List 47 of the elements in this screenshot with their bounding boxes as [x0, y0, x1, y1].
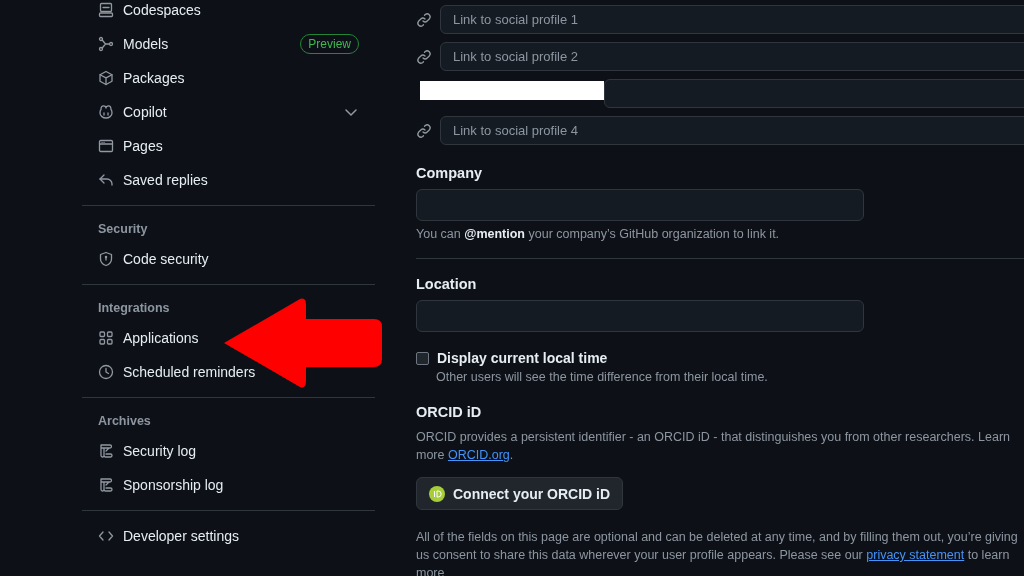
cube-icon [98, 70, 114, 86]
sidebar-item[interactable]: Copilot [82, 95, 375, 129]
paragraph: ORCID provides a persistent identifier - an ORCID iD - that distinguishes you from other researchers. Learn more ORCID.org. [416, 429, 1011, 464]
field-label: Company [416, 165, 484, 181]
section-heading: Integrations [97, 300, 171, 317]
monitor-icon [98, 2, 114, 18]
section-heading: Archives [97, 413, 152, 430]
input-field[interactable] [604, 79, 1024, 108]
input-field[interactable] [416, 300, 864, 332]
sidebar-item[interactable]: Scheduled reminders [82, 361, 256, 383]
link-icon [416, 11, 432, 28]
sidebar-item[interactable]: Packages [82, 67, 185, 89]
field-label: Location [416, 276, 478, 292]
sidebar-item[interactable]: Codespaces [82, 0, 201, 21]
input-field[interactable]: Link to social profile 4 [440, 116, 1024, 145]
browser-icon [98, 138, 114, 154]
shield-icon [98, 251, 114, 267]
link[interactable]: ORCID.org [447, 448, 510, 462]
connect-button[interactable]: Connect your ORCID iD [416, 477, 624, 510]
section-heading: Security [97, 221, 149, 238]
sidebar-item[interactable]: Pages [82, 135, 163, 157]
input-field[interactable]: Link to social profile 2 [440, 42, 1024, 71]
section-heading: ORCID iD [416, 404, 483, 420]
sidebar-item[interactable]: Code security [82, 248, 209, 270]
checkbox-label: Display current local time [437, 350, 608, 366]
checkbox[interactable] [416, 351, 429, 365]
grid-icon [98, 330, 114, 346]
sidebar-item[interactable]: Sponsorship log [82, 474, 224, 496]
clock-icon [98, 364, 114, 380]
orcid-icon [429, 485, 445, 502]
input-field[interactable] [416, 189, 864, 221]
help-text: You can @mention your company’s GitHub organization to link it. [416, 227, 781, 241]
sidebar-item[interactable]: Developer settings [82, 525, 239, 547]
scroll-icon [98, 443, 114, 459]
sidebar-item[interactable]: Saved replies [82, 169, 208, 191]
sidebar-item[interactable]: Models Preview [82, 27, 375, 61]
link-icon [416, 48, 432, 65]
help-text: Other users will see the time difference from their local time. [436, 370, 769, 384]
sidebar-item[interactable]: Applications [82, 327, 199, 349]
nodes-icon [98, 36, 114, 52]
sidebar-item[interactable]: Security log [82, 440, 197, 462]
copilot-icon [98, 104, 114, 120]
reply-icon [98, 172, 114, 188]
input-field[interactable]: Link to social profile 1 [440, 5, 1024, 34]
link-icon [416, 122, 432, 139]
link[interactable]: privacy statement [866, 548, 965, 562]
scroll-icon [98, 477, 114, 493]
